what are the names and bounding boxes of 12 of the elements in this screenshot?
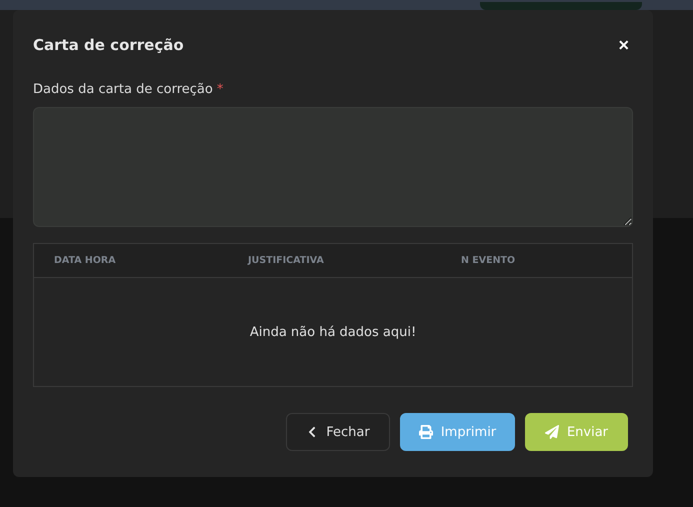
empty-message: Ainda não há dados aqui! — [250, 324, 416, 340]
column-header: N EVENTO — [461, 255, 516, 266]
paper-plane-icon — [544, 425, 559, 439]
column-header: JUSTIFICATIVA — [248, 255, 325, 266]
text-area[interactable] — [33, 107, 633, 227]
required-mark: * — [216, 82, 224, 97]
printer-icon — [418, 425, 433, 439]
field-label: Dados da carta de correção * — [33, 82, 224, 97]
column-header: DATA HORA — [54, 255, 117, 266]
back-button[interactable]: Fechar — [286, 413, 390, 451]
close-button[interactable]: × — [614, 36, 633, 54]
dialog-title: Carta de correção — [33, 36, 184, 54]
